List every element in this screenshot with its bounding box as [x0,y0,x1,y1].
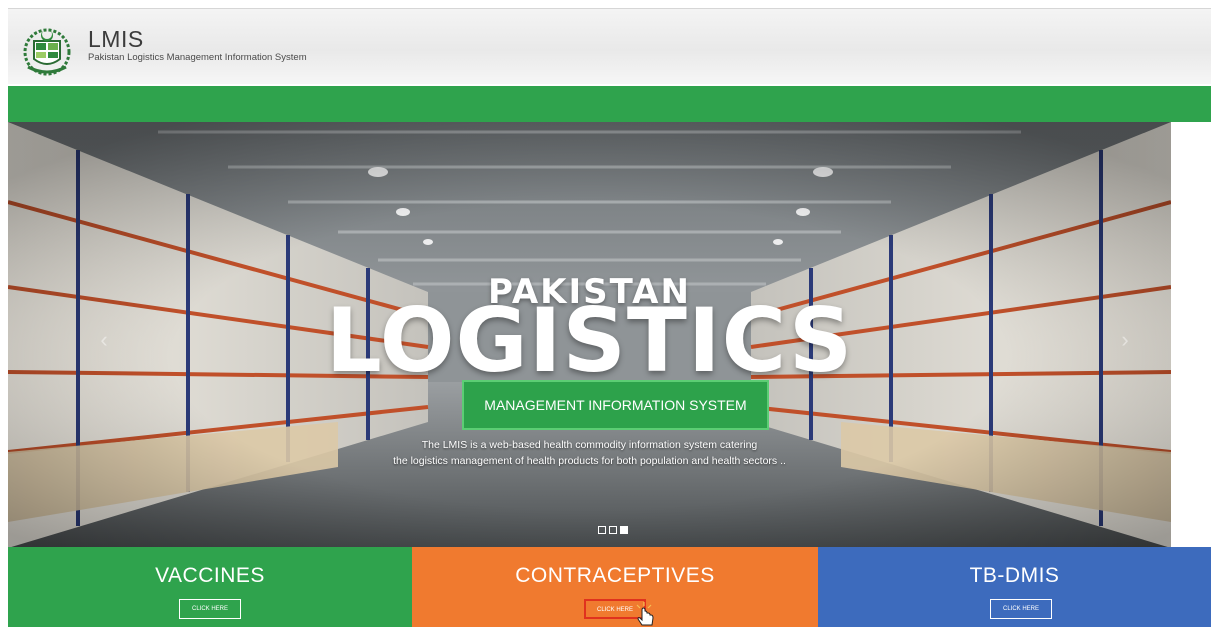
site-subtitle: Pakistan Logistics Management Informatio… [88,52,307,63]
pakistan-emblem-icon[interactable] [20,23,74,77]
slider-dot-3[interactable] [620,526,628,534]
tile-vaccines-title: VACCINES [155,564,265,587]
tile-vaccines: VACCINES CLICK HERE [8,547,412,627]
hero-description: The LMIS is a web-based health commodity… [8,437,1171,469]
slider-dot-1[interactable] [598,526,606,534]
hero-description-line1: The LMIS is a web-based health commodity… [421,439,758,451]
vaccines-click-here-button[interactable]: CLICK HERE [179,599,241,619]
hero-title: LOGISTICS [325,289,854,392]
hero-cta-button[interactable]: MANAGEMENT INFORMATION SYSTEM [462,380,769,430]
tile-contraceptives-title: CONTRACEPTIVES [515,564,715,587]
tile-contraceptives: CONTRACEPTIVES CLICK HERE [412,547,818,627]
tile-tb-dmis: TB-DMIS CLICK HERE [818,547,1211,627]
tb-dmis-click-here-button[interactable]: CLICK HERE [990,599,1052,619]
hero-description-line2: the logistics management of health produ… [393,455,786,467]
slider-dot-2[interactable] [609,526,617,534]
site-title: LMIS [88,26,144,52]
hero-slider: ‹ › PAKISTAN LOGISTICS MANAGEMENT INFORM… [8,122,1171,548]
site-header: LMIS Pakistan Logistics Management Infor… [8,8,1211,84]
tile-tb-dmis-title: TB-DMIS [969,564,1060,587]
hand-pointer-cursor-icon [636,602,654,626]
slider-pagination [598,526,628,535]
navigation-bar [8,86,1211,122]
